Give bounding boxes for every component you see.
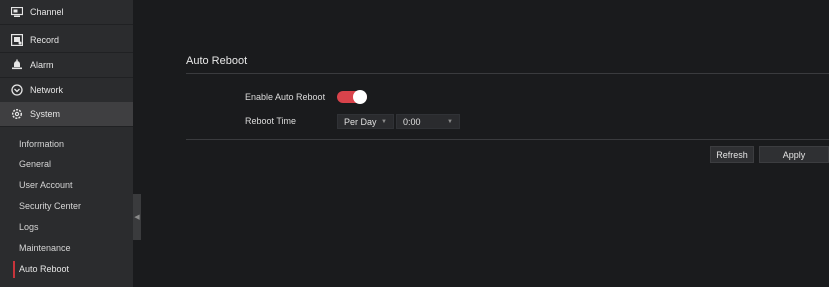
- select-value: Per Day: [344, 116, 377, 127]
- record-icon: [10, 33, 24, 47]
- sub-item-label: Security Center: [19, 201, 82, 211]
- sub-item-auto-reboot[interactable]: Auto Reboot: [0, 259, 133, 279]
- title-divider: [186, 73, 829, 74]
- sub-item-label: User Account: [19, 180, 73, 190]
- nav-item-label: Record: [30, 35, 60, 45]
- nav-item-label: System: [30, 109, 61, 119]
- network-icon: [10, 83, 24, 97]
- chevron-left-icon: ◀: [134, 214, 140, 221]
- sidebar-collapse-handle[interactable]: ◀: [133, 194, 141, 240]
- nav-item-label: Channel: [30, 7, 64, 17]
- gear-icon: [10, 107, 24, 121]
- sub-item-label: Logs: [19, 222, 39, 232]
- enable-auto-reboot-label: Enable Auto Reboot: [245, 92, 326, 102]
- sub-item-label: Auto Reboot: [19, 264, 70, 274]
- nav-item-label: Network: [30, 85, 64, 95]
- reboot-time-select[interactable]: 0:00 ▼: [396, 114, 460, 129]
- camera-monitor-icon: [10, 5, 24, 19]
- reboot-time-label: Reboot Time: [245, 116, 297, 126]
- sub-item-security-center[interactable]: Security Center: [0, 196, 133, 216]
- nav-item-label: Alarm: [30, 60, 54, 70]
- sub-item-user-account[interactable]: User Account: [0, 175, 133, 195]
- main-panel: Auto Reboot Enable Auto Reboot Reboot Ti…: [141, 0, 829, 287]
- sub-item-general[interactable]: General: [0, 154, 133, 174]
- section-title: Auto Reboot: [186, 55, 248, 67]
- alarm-icon: [10, 58, 24, 72]
- sub-item-label: Maintenance: [19, 243, 71, 253]
- nav-item-record[interactable]: Record: [0, 28, 133, 53]
- sidebar: Channel Record Alarm Network System Info…: [0, 0, 133, 287]
- sub-item-label: Information: [19, 139, 65, 149]
- nav-item-alarm[interactable]: Alarm: [0, 53, 133, 78]
- nav-item-channel[interactable]: Channel: [0, 0, 133, 25]
- toggle-knob: [353, 90, 367, 104]
- apply-button[interactable]: Apply: [759, 146, 829, 163]
- sub-item-information[interactable]: Information: [0, 134, 133, 154]
- select-value: 0:00: [403, 116, 421, 127]
- sub-item-logs[interactable]: Logs: [0, 217, 133, 237]
- nav-item-network[interactable]: Network: [0, 78, 133, 103]
- nav-item-system[interactable]: System: [0, 102, 133, 127]
- chevron-down-icon: ▼: [381, 118, 387, 125]
- refresh-button[interactable]: Refresh: [710, 146, 754, 163]
- sub-item-maintenance[interactable]: Maintenance: [0, 238, 133, 258]
- reboot-frequency-select[interactable]: Per Day ▼: [337, 114, 394, 129]
- chevron-down-icon: ▼: [447, 118, 453, 125]
- sub-item-label: General: [19, 159, 52, 169]
- form-divider: [186, 139, 829, 140]
- enable-auto-reboot-toggle[interactable]: [337, 90, 367, 104]
